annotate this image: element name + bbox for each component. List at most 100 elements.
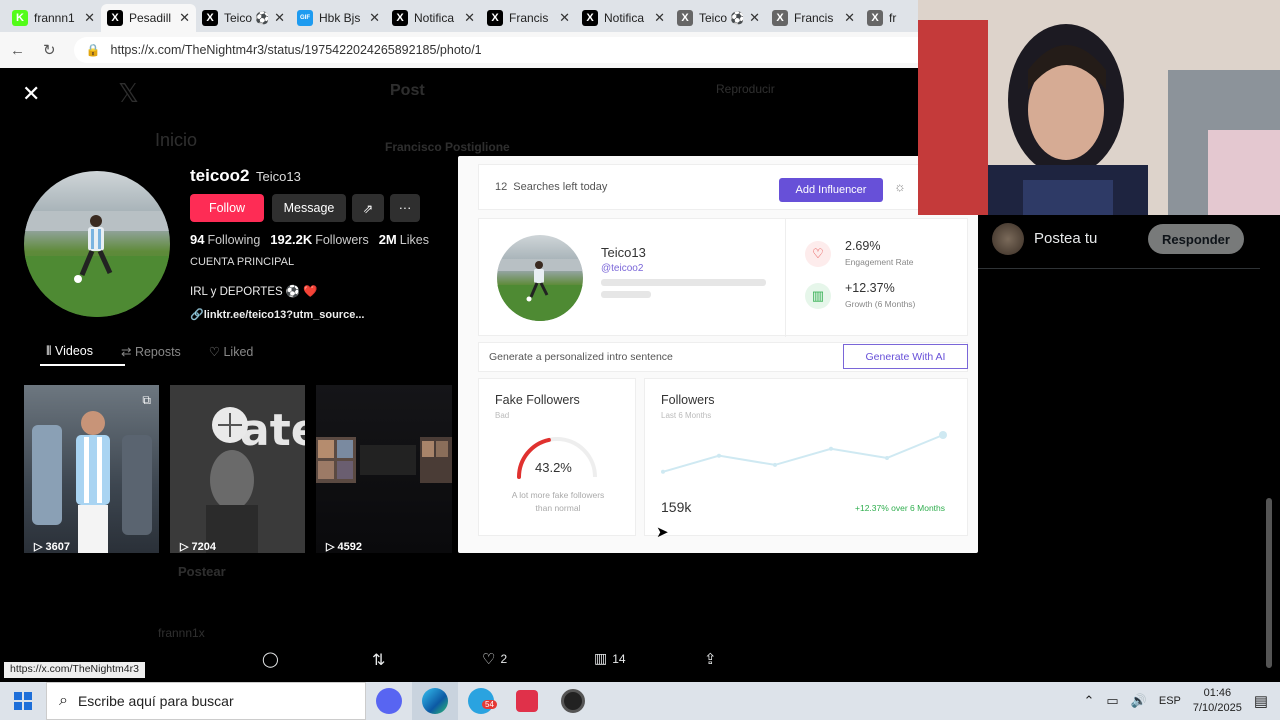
video-thumbnail[interactable]: ⧉ ▷ 3607 xyxy=(24,385,159,553)
app-icon xyxy=(516,690,538,712)
views-action[interactable]: ▥ 14 xyxy=(594,650,626,667)
followers-label: Followers xyxy=(315,233,369,247)
tab-favicon-icon: X xyxy=(392,10,408,26)
message-button[interactable]: Message xyxy=(272,194,346,222)
share-icon: ⇗ xyxy=(362,201,374,216)
tab-favicon-icon: X xyxy=(582,10,598,26)
tab-videos[interactable]: ⦀ Videos xyxy=(46,344,93,359)
gallery-icon: ⧉ xyxy=(142,393,151,407)
telegram-app[interactable]: 54 xyxy=(458,682,504,720)
discord-icon xyxy=(376,688,402,714)
discord-app[interactable] xyxy=(366,682,412,720)
x-logo-icon: 𝕏 xyxy=(118,78,139,108)
add-influencer-button[interactable]: Add Influencer xyxy=(779,178,883,202)
browser-tab[interactable]: X Teico ⚽ ✕ xyxy=(196,4,291,32)
close-tab-icon[interactable]: ✕ xyxy=(654,10,665,26)
profile-tabs: ⦀ Videos ⇄ Reposts ♡ Liked xyxy=(46,344,253,359)
more-button[interactable]: ··· xyxy=(390,194,420,222)
heart-icon: ♡ xyxy=(805,241,831,267)
app-red[interactable] xyxy=(504,682,550,720)
theme-toggle-icon[interactable]: ☼ xyxy=(894,179,906,194)
views-chart-icon: ▥ xyxy=(594,650,608,666)
fake-followers-title: Fake Followers xyxy=(495,393,580,407)
close-tab-icon[interactable]: ✕ xyxy=(84,10,95,26)
bio-link[interactable]: 🔗linktr.ee/teico13?utm_source... xyxy=(190,308,365,321)
video-thumbnail[interactable]: ▷ 4592 xyxy=(316,385,452,553)
link-icon: 🔗 xyxy=(190,309,204,321)
following-stat[interactable]: 94 Following xyxy=(190,232,260,247)
volume-icon[interactable]: 🔊 xyxy=(1131,693,1147,709)
close-tab-icon[interactable]: ✕ xyxy=(464,10,475,26)
close-icon[interactable]: ✕ xyxy=(22,83,42,105)
tab-title: Notifica xyxy=(604,11,645,25)
browser-tab[interactable]: X Francis ✕ xyxy=(481,4,576,32)
edge-app[interactable] xyxy=(412,682,458,720)
profile-stats: 94 Following 192.2K Followers 2M Likes xyxy=(190,232,429,247)
reply-button[interactable]: Responder xyxy=(1148,224,1244,254)
intro-placeholder: Generate a personalized intro sentence xyxy=(489,351,673,363)
reload-icon[interactable]: ↻ xyxy=(43,41,56,59)
browser-tab[interactable]: X Teico ⚽ ✕ xyxy=(671,4,766,32)
start-button[interactable] xyxy=(0,682,46,720)
reply-pane: Postea tu Responder xyxy=(978,215,1280,680)
post-header: Post xyxy=(390,82,425,99)
followers-data-point xyxy=(773,462,777,467)
likes-label: Likes xyxy=(399,233,429,247)
share-button[interactable]: ⇗ xyxy=(352,194,384,222)
network-icon[interactable]: ▭ xyxy=(1106,693,1118,709)
obs-app[interactable] xyxy=(550,682,596,720)
close-tab-icon[interactable]: ✕ xyxy=(369,10,380,26)
reply-input[interactable]: Postea tu xyxy=(1034,230,1097,247)
searches-bar: 12 Searches left today Add Influencer ☼ xyxy=(478,164,938,210)
followers-card: Followers Last 6 Months 159k +12.37% ove… xyxy=(644,378,968,536)
close-tab-icon[interactable]: ✕ xyxy=(274,10,285,26)
browser-tab[interactable]: X Notifica ✕ xyxy=(386,4,481,32)
following-count: 94 xyxy=(190,232,205,247)
share-action[interactable]: ⇪ xyxy=(704,650,717,668)
like-action[interactable]: ♡ 2 xyxy=(482,650,507,668)
reply-action[interactable]: ◯ xyxy=(262,650,279,668)
avatar[interactable] xyxy=(992,223,1024,255)
fake-followers-value: 43.2% xyxy=(535,460,572,475)
close-tab-icon[interactable]: ✕ xyxy=(559,10,570,26)
tab-title: frannn1 xyxy=(34,11,75,25)
notifications-icon[interactable]: ▤ xyxy=(1254,692,1268,710)
back-icon[interactable]: ← xyxy=(10,42,25,59)
profile-card-handle[interactable]: @teicoo2 xyxy=(601,263,643,274)
windows-icon xyxy=(14,692,32,710)
bio-line-2: IRL y DEPORTES ⚽ ❤️ xyxy=(190,286,318,298)
video-thumbnail[interactable]: ate ▷ 7204 xyxy=(170,385,305,553)
browser-tab[interactable]: X Notifica ✕ xyxy=(576,4,671,32)
followers-stat[interactable]: 192.2K Followers xyxy=(270,232,368,247)
mouse-cursor-icon: ➤ xyxy=(656,524,669,541)
divider xyxy=(785,219,786,337)
close-tab-icon[interactable]: ✕ xyxy=(179,10,190,26)
browser-tab[interactable]: X Francis ✕ xyxy=(766,4,861,32)
scrollbar[interactable] xyxy=(1266,498,1272,668)
view-count: 14 xyxy=(612,651,626,666)
language-indicator[interactable]: ESP xyxy=(1159,695,1181,707)
clock-time: 01:46 xyxy=(1203,687,1232,699)
close-tab-icon[interactable]: ✕ xyxy=(844,10,855,26)
clock[interactable]: 01:46 7/10/2025 xyxy=(1193,686,1242,716)
generate-ai-button[interactable]: Generate With AI xyxy=(843,344,968,369)
browser-tab[interactable]: X Pesadill ✕ xyxy=(101,4,196,32)
tab-title: Francis xyxy=(509,11,549,25)
webcam-overlay xyxy=(918,0,1280,215)
repost-action[interactable]: ⇅ xyxy=(372,650,385,670)
taskbar-search[interactable]: ⌕ Escribe aquí para buscar xyxy=(46,682,366,720)
browser-tab[interactable]: GIF Hbk Bjs ✕ xyxy=(291,4,386,32)
engagement-value: 2.69% xyxy=(845,239,881,253)
telegram-badge: 54 xyxy=(482,700,497,709)
blurred-text xyxy=(601,279,766,286)
chevron-up-icon[interactable]: ⌃ xyxy=(1083,693,1094,709)
follow-button[interactable]: Follow xyxy=(190,194,264,222)
tab-liked[interactable]: ♡ Liked xyxy=(209,344,254,359)
tab-liked-label: Liked xyxy=(223,345,254,359)
tiktok-nickname: Teico13 xyxy=(256,169,301,184)
close-tab-icon[interactable]: ✕ xyxy=(749,10,760,26)
post-author: Francisco Postiglione xyxy=(385,140,510,154)
tab-title: Notifica xyxy=(414,11,455,25)
browser-tab[interactable]: Kfrannn1 ✕ xyxy=(6,4,101,32)
tab-reposts[interactable]: ⇄ Reposts xyxy=(121,344,181,359)
